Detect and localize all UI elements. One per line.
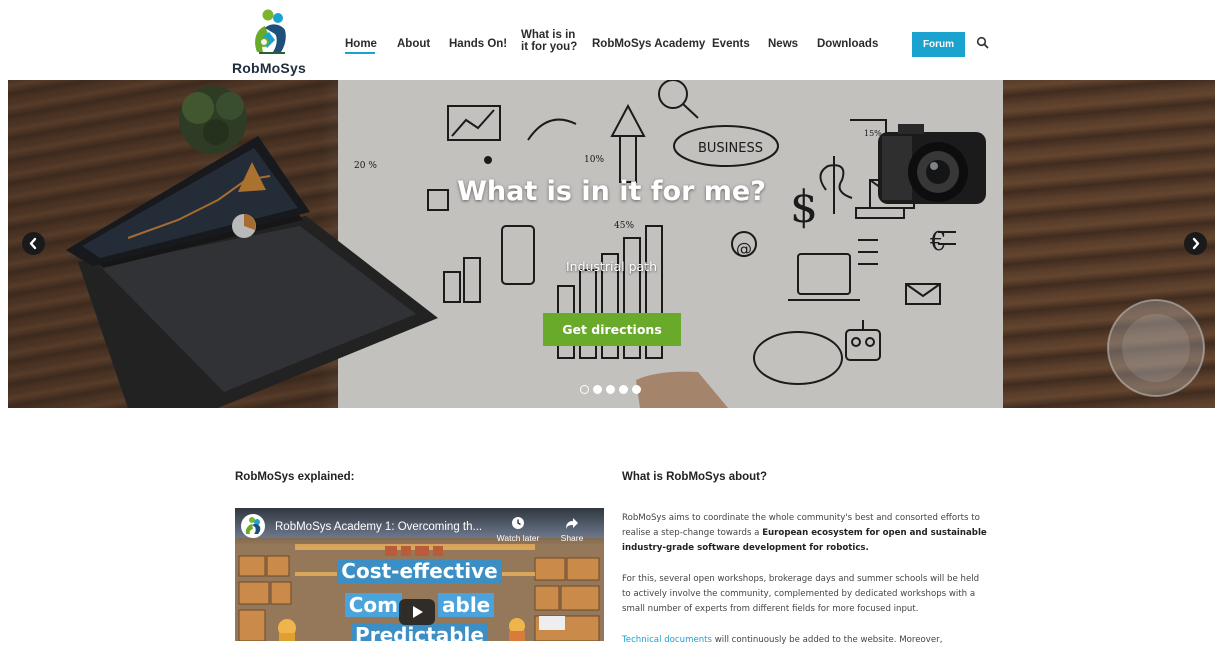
video-title[interactable]: RobMoSys Academy 1: Overcoming th...	[275, 521, 482, 533]
nav-item-home[interactable]: Home	[345, 38, 377, 50]
nav-item-about[interactable]: About	[397, 38, 430, 50]
slider-dot-3[interactable]	[606, 385, 615, 394]
chevron-left-icon	[29, 237, 37, 250]
what-is-robmosys-heading: What is RobMoSys about?	[622, 471, 768, 483]
watch-later-button[interactable]: Watch later	[493, 516, 543, 543]
watch-later-label: Watch later	[496, 533, 540, 543]
forum-button[interactable]: Forum	[912, 32, 965, 57]
nav-item-what-is-in-it-for-you[interactable]: What is in it for you?	[521, 29, 577, 53]
clock-icon	[512, 517, 524, 529]
about-paragraph-1: RobMoSys aims to coordinate the whole co…	[622, 511, 990, 556]
share-arrow-icon	[566, 518, 578, 529]
video-caption-line-1: Cost-effective	[235, 559, 604, 583]
slider-next-button[interactable]	[1184, 232, 1207, 255]
slider-dot-5[interactable]	[632, 385, 641, 394]
video-play-button[interactable]	[399, 599, 435, 625]
share-label: Share	[560, 533, 584, 543]
slider-prev-button[interactable]	[22, 232, 45, 255]
search-icon[interactable]	[976, 36, 990, 50]
nav-item-robmosys-academy[interactable]: RobMoSys Academy	[592, 38, 705, 50]
hero-title: What is in it for me?	[457, 176, 766, 207]
nav-item-news[interactable]: News	[768, 38, 798, 50]
channel-avatar[interactable]	[241, 514, 265, 538]
brand-name: RobMoSys	[232, 60, 306, 76]
robmosys-logo-icon	[245, 517, 261, 534]
about-paragraph-3-text: will continuously be added to the websit…	[712, 635, 943, 645]
chevron-right-icon	[1192, 237, 1200, 250]
hero-subtitle: Industrial path	[565, 259, 657, 274]
caption-text: Cost-effective	[337, 559, 502, 583]
slider-dot-1[interactable]	[580, 385, 589, 394]
robmosys-logo-icon	[255, 9, 286, 54]
caption-text-part-1: Com	[344, 593, 403, 617]
slider-dot-2[interactable]	[593, 385, 602, 394]
share-button[interactable]: Share	[547, 516, 597, 543]
nav-active-indicator	[345, 52, 375, 54]
hero-overlay	[8, 80, 1215, 408]
play-icon	[413, 606, 423, 618]
site-logo[interactable]: RobMoSys	[232, 8, 310, 76]
nav-item-hands-on[interactable]: Hands On!	[449, 38, 507, 50]
technical-documents-link[interactable]: Technical documents	[622, 635, 712, 645]
robmosys-explained-heading: RobMoSys explained:	[235, 471, 355, 483]
nav-item-line2: it for you?	[521, 41, 578, 53]
nav-item-downloads[interactable]: Downloads	[817, 38, 878, 50]
video-caption-line-3: Predictable	[235, 623, 604, 641]
about-paragraph-2: For this, several open workshops, broker…	[622, 574, 980, 614]
site-header: RobMoSys Home About Hands On! What is in…	[0, 0, 1215, 80]
nav-item-events[interactable]: Events	[712, 38, 750, 50]
slider-dot-4[interactable]	[619, 385, 628, 394]
get-directions-button[interactable]: Get directions	[543, 313, 681, 346]
caption-text-part-2: able	[438, 593, 495, 617]
hero-slider: BUSINESS 20 % 10% 45% 15% $ € @ What is …	[8, 80, 1215, 408]
caption-text: Predictable	[351, 623, 488, 641]
youtube-video-embed[interactable]: RobMoSys Academy 1: Overcoming th... Wat…	[235, 508, 604, 641]
nav-item-line1: What is in	[521, 29, 576, 41]
